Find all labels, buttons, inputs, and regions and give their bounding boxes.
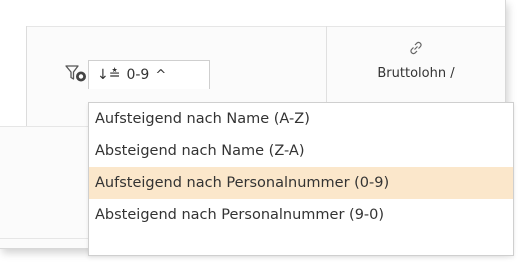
sort-dropdown-menu: Aufsteigend nach Name (A-Z) Absteigend n… (88, 102, 514, 256)
sort-numeric-icon: ↓≛ (97, 67, 121, 83)
chevron-up-icon: ^ (155, 67, 167, 83)
link-icon (410, 41, 422, 55)
sort-option-personalnummer-desc[interactable]: Absteigend nach Personalnummer (9-0) (89, 199, 513, 231)
sort-current-label: 0-9 (126, 67, 150, 83)
sort-option-name-asc[interactable]: Aufsteigend nach Name (A-Z) (89, 103, 513, 135)
column-header-bruttolohn[interactable]: Bruttolohn / (327, 40, 505, 81)
sort-dropdown-button[interactable]: ↓≛ 0-9 ^ (88, 60, 210, 89)
sort-option-name-desc[interactable]: Absteigend nach Name (Z-A) (89, 135, 513, 167)
filter-icon[interactable] (65, 64, 87, 82)
top-band (0, 0, 505, 27)
column-header-label: Bruttolohn / (377, 66, 455, 81)
left-header-cell (0, 26, 27, 127)
sort-option-personalnummer-asc[interactable]: Aufsteigend nach Personalnummer (0-9) (89, 167, 513, 199)
